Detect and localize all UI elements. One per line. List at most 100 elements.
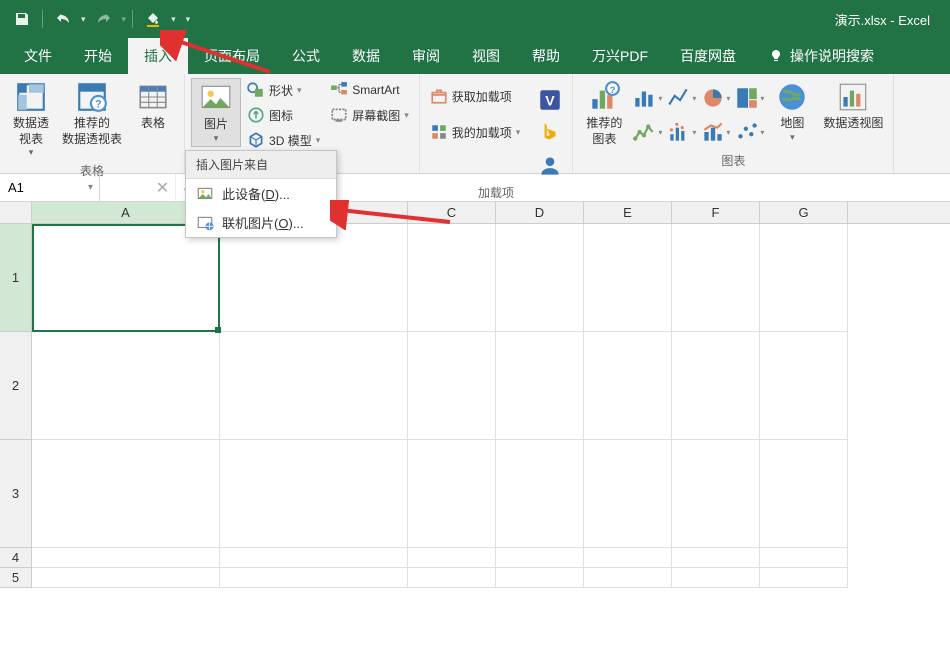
- cell[interactable]: [408, 440, 496, 548]
- tab-help[interactable]: 帮助: [516, 38, 576, 74]
- cell[interactable]: [672, 568, 760, 588]
- smartart-label: SmartArt: [352, 83, 399, 97]
- tab-home[interactable]: 开始: [68, 38, 128, 74]
- annotation-arrow-bottom: [330, 200, 460, 230]
- column-header[interactable]: D: [496, 202, 584, 223]
- cell[interactable]: [496, 568, 584, 588]
- tab-file[interactable]: 文件: [8, 38, 68, 74]
- cell[interactable]: [408, 568, 496, 588]
- treemap-chart-button[interactable]: ▾: [733, 82, 765, 114]
- dropdown-this-device[interactable]: 此设备(D)...: [186, 179, 336, 208]
- cell[interactable]: [584, 548, 672, 568]
- cell[interactable]: [32, 548, 220, 568]
- tab-view[interactable]: 视图: [456, 38, 516, 74]
- tab-data[interactable]: 数据: [336, 38, 396, 74]
- cell[interactable]: [408, 224, 496, 332]
- cell[interactable]: [584, 224, 672, 332]
- tab-formula[interactable]: 公式: [276, 38, 336, 74]
- cell[interactable]: [32, 224, 220, 332]
- undo-caret[interactable]: ▾: [81, 14, 86, 25]
- row-header[interactable]: 5: [0, 568, 32, 588]
- smartart-button[interactable]: SmartArt: [326, 78, 413, 102]
- pie-chart-button[interactable]: ▾: [699, 82, 731, 114]
- people-addin-button[interactable]: [534, 150, 566, 182]
- bing-addin-button[interactable]: [534, 117, 566, 149]
- cell[interactable]: [672, 332, 760, 440]
- cell[interactable]: [760, 548, 848, 568]
- redo-button[interactable]: [90, 5, 118, 33]
- cell[interactable]: [672, 440, 760, 548]
- my-addins-button[interactable]: 我的加载项 ▾: [426, 120, 525, 144]
- cell[interactable]: [760, 568, 848, 588]
- 3d-model-button[interactable]: 3D 模型 ▾: [243, 128, 324, 152]
- recommended-charts-button[interactable]: ? 推荐的 图表: [579, 78, 629, 149]
- row-header[interactable]: 1: [0, 224, 32, 332]
- table-button[interactable]: 表格: [128, 78, 178, 134]
- cell[interactable]: [760, 440, 848, 548]
- cell[interactable]: [584, 440, 672, 548]
- cell[interactable]: [32, 568, 220, 588]
- row-header[interactable]: 3: [0, 440, 32, 548]
- cell[interactable]: [496, 440, 584, 548]
- recommended-pivot-button[interactable]: ? 推荐的 数据透视表: [58, 78, 126, 149]
- tab-wanxing-pdf[interactable]: 万兴PDF: [576, 38, 664, 74]
- dropdown-this-device-label: 此设备(D)...: [222, 184, 290, 203]
- qat-customize-caret[interactable]: ▾: [186, 14, 191, 25]
- pivot-table-icon: [14, 80, 48, 114]
- visio-addin-button[interactable]: V: [534, 84, 566, 116]
- statistic-chart-button[interactable]: ▾: [665, 116, 697, 148]
- cell[interactable]: [496, 548, 584, 568]
- column-header[interactable]: E: [584, 202, 672, 223]
- cell[interactable]: [408, 332, 496, 440]
- 3d-model-icon: [247, 131, 265, 149]
- row-header[interactable]: 4: [0, 548, 32, 568]
- tell-me-search[interactable]: 操作说明搜索: [752, 38, 890, 74]
- row-header[interactable]: 2: [0, 332, 32, 440]
- icons-button[interactable]: 图标: [243, 103, 324, 127]
- cell[interactable]: [760, 224, 848, 332]
- save-button[interactable]: [8, 5, 36, 33]
- line-chart-button[interactable]: ▾: [665, 82, 697, 114]
- cell[interactable]: [32, 332, 220, 440]
- maps-button[interactable]: 地图 ▾: [767, 78, 817, 145]
- name-box[interactable]: A1 ▾: [0, 174, 100, 201]
- title-bar: ▾ ▾ ▾ ▾ 演示.xlsx - Excel: [0, 0, 950, 38]
- fill-color-button[interactable]: [139, 5, 167, 33]
- addins-icon: [430, 123, 448, 141]
- cell[interactable]: [672, 224, 760, 332]
- cell[interactable]: [220, 332, 408, 440]
- redo-caret[interactable]: ▾: [122, 14, 127, 25]
- cell[interactable]: [496, 332, 584, 440]
- cell[interactable]: [32, 440, 220, 548]
- select-all-corner[interactable]: [0, 202, 32, 223]
- undo-button[interactable]: [49, 5, 77, 33]
- hierarchy-chart-button[interactable]: ▾: [631, 116, 663, 148]
- cell[interactable]: [220, 548, 408, 568]
- pivot-table-button[interactable]: 数据透 视表 ▾: [6, 78, 56, 160]
- cell[interactable]: [220, 224, 408, 332]
- get-addins-button[interactable]: 获取加载项: [426, 84, 525, 108]
- cell[interactable]: [760, 332, 848, 440]
- scatter-chart-button[interactable]: ▾: [733, 116, 765, 148]
- cell[interactable]: [496, 224, 584, 332]
- caret-icon: ▾: [29, 147, 34, 158]
- tab-baidu[interactable]: 百度网盘: [664, 38, 752, 74]
- cell[interactable]: [672, 548, 760, 568]
- picture-button[interactable]: 图片 ▾: [191, 78, 241, 147]
- fill-caret[interactable]: ▾: [171, 14, 176, 25]
- tab-review[interactable]: 审阅: [396, 38, 456, 74]
- column-header[interactable]: F: [672, 202, 760, 223]
- cell[interactable]: [408, 548, 496, 568]
- name-box-caret[interactable]: ▾: [88, 182, 93, 193]
- screenshot-button[interactable]: 屏幕截图 ▾: [326, 103, 413, 127]
- dropdown-online-pictures[interactable]: 联机图片(O)...: [186, 208, 336, 237]
- pivot-chart-button[interactable]: 数据透视图: [819, 78, 887, 134]
- column-chart-button[interactable]: ▾: [631, 82, 663, 114]
- combo-chart-button[interactable]: ▾: [699, 116, 731, 148]
- column-header[interactable]: G: [760, 202, 848, 223]
- shapes-button[interactable]: 形状 ▾: [243, 78, 324, 102]
- cell[interactable]: [220, 440, 408, 548]
- cell[interactable]: [220, 568, 408, 588]
- cell[interactable]: [584, 568, 672, 588]
- cell[interactable]: [584, 332, 672, 440]
